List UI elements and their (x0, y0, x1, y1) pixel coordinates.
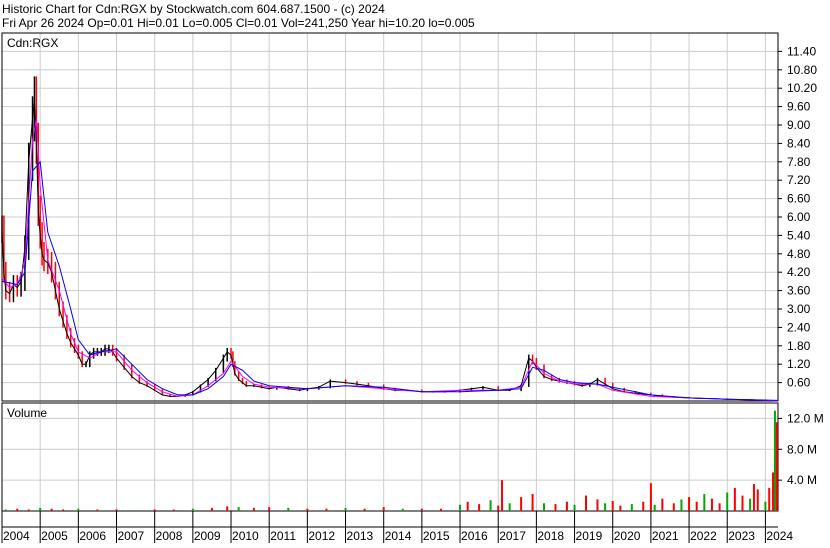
year-tick-label: 2021 (652, 529, 679, 543)
price-tick-label: 10.80 (787, 63, 817, 77)
year-tick-label: 2008 (156, 529, 183, 543)
price-tick-label: 10.20 (787, 81, 817, 95)
price-tick-label: 4.20 (787, 265, 811, 279)
year-tick-label: 2016 (461, 529, 488, 543)
price-tick-label: 11.40 (787, 44, 816, 58)
year-tick-label: 2015 (423, 529, 450, 543)
year-tick-label: 2017 (499, 529, 526, 543)
chart-title: Historic Chart for Cdn:RGX by Stockwatch… (2, 2, 385, 16)
year-tick-label: 2018 (537, 529, 564, 543)
price-tick-label: 3.60 (787, 284, 811, 298)
year-tick-label: 2011 (270, 529, 296, 543)
year-tick-label: 2023 (728, 529, 755, 543)
price-tick-label: 2.40 (787, 320, 811, 334)
volume-tick-label: 12.0 M (787, 411, 824, 425)
chart-quote-line: Fri Apr 26 2024 Op=0.01 Hi=0.01 Lo=0.005… (2, 16, 475, 30)
price-tick-label: 7.80 (787, 155, 811, 169)
volume-tick-label: 4.0 M (787, 473, 817, 487)
price-tick-label: 8.40 (787, 136, 811, 150)
volume-label: Volume (7, 406, 47, 420)
year-tick-label: 2024 (766, 529, 793, 543)
price-tick-label: 7.20 (787, 173, 811, 187)
price-tick-label: 9.60 (787, 100, 811, 114)
year-tick-label: 2013 (347, 529, 374, 543)
year-tick-label: 2009 (194, 529, 221, 543)
price-tick-label: 3.00 (787, 302, 811, 316)
year-tick-label: 2004 (3, 529, 30, 543)
year-tick-label: 2005 (41, 529, 68, 543)
year-tick-label: 2012 (308, 529, 335, 543)
chart-root: Historic Chart for Cdn:RGX by Stockwatch… (0, 0, 830, 543)
price-tick-label: 9.00 (787, 118, 811, 132)
year-tick-label: 2010 (232, 529, 259, 543)
price-tick-label: 6.60 (787, 192, 811, 206)
price-tick-label: 1.80 (787, 339, 811, 353)
year-tick-label: 2020 (614, 529, 641, 543)
year-tick-label: 2007 (118, 529, 145, 543)
symbol-label: Cdn:RGX (7, 36, 58, 50)
price-tick-label: 6.00 (787, 210, 811, 224)
chart-background (0, 0, 830, 543)
year-tick-label: 2006 (79, 529, 106, 543)
year-tick-label: 2019 (576, 529, 603, 543)
volume-tick-label: 8.0 M (787, 442, 817, 456)
year-tick-label: 2014 (385, 529, 412, 543)
price-tick-label: 5.40 (787, 228, 811, 242)
price-tick-label: 0.60 (787, 376, 811, 390)
stock-chart: Historic Chart for Cdn:RGX by Stockwatch… (0, 0, 830, 543)
price-tick-label: 4.80 (787, 247, 811, 261)
price-tick-label: 1.20 (787, 357, 811, 371)
year-tick-label: 2022 (690, 529, 717, 543)
